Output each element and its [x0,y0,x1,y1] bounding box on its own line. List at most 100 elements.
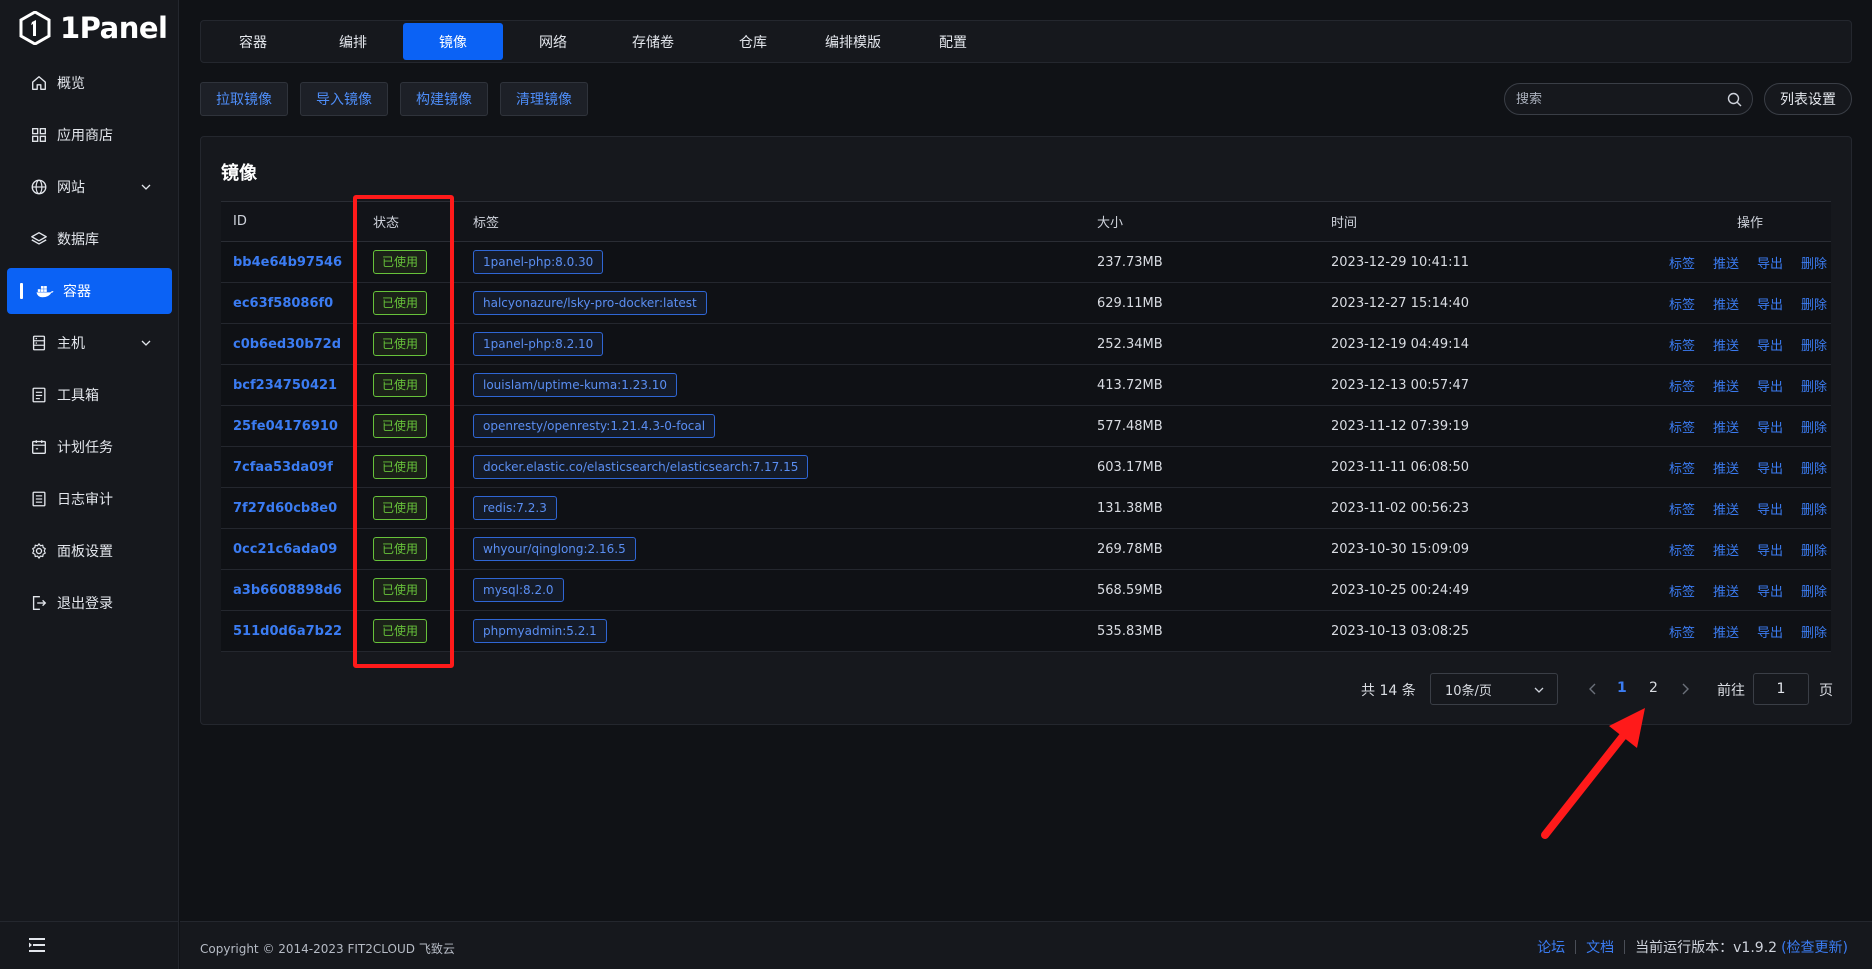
row-op-0[interactable]: 标签 [1669,253,1695,272]
row-op-2[interactable]: 导出 [1757,581,1783,600]
logo[interactable]: 1Panel [18,9,168,47]
row-op-1[interactable]: 推送 [1713,417,1739,436]
sidebar-item-6[interactable]: 工具箱 [7,372,172,418]
active-indicator [20,283,23,299]
row-op-0[interactable]: 标签 [1669,499,1695,518]
tab-4[interactable]: 存储卷 [603,23,703,60]
tab-3[interactable]: 网络 [503,23,603,60]
sidebar-item-9[interactable]: 面板设置 [7,528,172,574]
row-op-3[interactable]: 删除 [1801,581,1827,600]
image-id-link[interactable]: 7f27d60cb8e0 [233,501,337,516]
tab-6[interactable]: 编排模版 [803,23,903,60]
row-op-0[interactable]: 标签 [1669,458,1695,477]
row-op-3[interactable]: 删除 [1801,253,1827,272]
row-op-3[interactable]: 删除 [1801,417,1827,436]
row-op-0[interactable]: 标签 [1669,417,1695,436]
row-op-3[interactable]: 删除 [1801,458,1827,477]
docs-link[interactable]: 文档 [1586,937,1614,957]
goto-page-input[interactable] [1753,673,1809,705]
row-op-2[interactable]: 导出 [1757,294,1783,313]
row-op-2[interactable]: 导出 [1757,540,1783,559]
row-actions: 标签 推送 导出 删除 [1669,499,1831,518]
row-op-3[interactable]: 删除 [1801,540,1827,559]
sidebar-item-10[interactable]: 退出登录 [7,580,172,626]
tab-0[interactable]: 容器 [203,23,303,60]
build-image-button[interactable]: 构建镜像 [400,82,488,116]
row-op-1[interactable]: 推送 [1713,540,1739,559]
page-number-2[interactable]: 2 [1649,680,1658,696]
image-id-link[interactable]: ec63f58086f0 [233,296,333,311]
row-op-0[interactable]: 标签 [1669,540,1695,559]
row-op-1[interactable]: 推送 [1713,294,1739,313]
row-op-3[interactable]: 删除 [1801,294,1827,313]
row-op-1[interactable]: 推送 [1713,458,1739,477]
image-size: 269.78MB [1097,541,1163,557]
next-page-icon[interactable] [1677,681,1693,697]
row-op-3[interactable]: 删除 [1801,499,1827,518]
prev-page-icon[interactable] [1585,681,1601,697]
row-op-1[interactable]: 推送 [1713,253,1739,272]
row-op-3[interactable]: 删除 [1801,335,1827,354]
image-id-link[interactable]: c0b6ed30b72d [233,337,341,352]
image-id-link[interactable]: 7cfaa53da09f [233,460,333,475]
list-settings-button[interactable]: 列表设置 [1764,83,1852,115]
row-op-3[interactable]: 删除 [1801,376,1827,395]
pull-image-button[interactable]: 拉取镜像 [200,82,288,116]
page-number-1[interactable]: 1 [1617,680,1627,696]
sidebar-item-label: 网站 [57,180,85,196]
tab-1[interactable]: 编排 [303,23,403,60]
row-op-2[interactable]: 导出 [1757,499,1783,518]
row-op-0[interactable]: 标签 [1669,622,1695,641]
sidebar-item-5[interactable]: 主机 [7,320,172,366]
search-input[interactable] [1505,91,1715,107]
sidebar-item-7[interactable]: 计划任务 [7,424,172,470]
sidebar-item-0[interactable]: 概览 [7,60,172,106]
sidebar-item-label: 面板设置 [57,544,113,560]
image-id-link[interactable]: bcf234750421 [233,378,337,393]
footer-separator [1575,940,1577,954]
collapse-menu-icon[interactable] [26,934,48,956]
tab-7[interactable]: 配置 [903,23,1003,60]
sidebar-item-8[interactable]: 日志审计 [7,476,172,522]
row-op-2[interactable]: 导出 [1757,376,1783,395]
check-update-link[interactable]: (检查更新) [1781,937,1848,957]
sidebar-item-1[interactable]: 应用商店 [7,112,172,158]
row-op-2[interactable]: 导出 [1757,622,1783,641]
clean-image-button[interactable]: 清理镜像 [500,82,588,116]
row-op-1[interactable]: 推送 [1713,581,1739,600]
sidebar-item-4[interactable]: 容器 [7,268,172,314]
search-icon[interactable] [1727,92,1742,107]
logout-icon [29,593,49,613]
row-op-0[interactable]: 标签 [1669,581,1695,600]
row-op-1[interactable]: 推送 [1713,622,1739,641]
tab-5[interactable]: 仓库 [703,23,803,60]
image-id-link[interactable]: 25fe04176910 [233,419,338,434]
page-size-select[interactable]: 10条/页 [1430,673,1558,705]
row-op-1[interactable]: 推送 [1713,376,1739,395]
row-op-2[interactable]: 导出 [1757,458,1783,477]
row-op-2[interactable]: 导出 [1757,335,1783,354]
row-op-2[interactable]: 导出 [1757,417,1783,436]
footer: Copyright © 2014-2023 FIT2CLOUD 飞致云 论坛 文… [180,921,1872,969]
image-id-link[interactable]: 0cc21c6ada09 [233,542,337,557]
row-op-0[interactable]: 标签 [1669,376,1695,395]
row-op-3[interactable]: 删除 [1801,622,1827,641]
chevron-down-icon [1534,687,1544,693]
image-id-link[interactable]: bb4e64b97546 [233,255,342,270]
image-id-link[interactable]: a3b6608898d6 [233,583,342,598]
status-badge: 已使用 [373,332,428,356]
row-op-1[interactable]: 推送 [1713,499,1739,518]
forum-link[interactable]: 论坛 [1537,937,1565,957]
image-id-link[interactable]: 511d0d6a7b22 [233,624,342,639]
row-op-1[interactable]: 推送 [1713,335,1739,354]
tab-2[interactable]: 镜像 [403,23,503,60]
image-size: 629.11MB [1097,295,1163,311]
row-actions: 标签 推送 导出 删除 [1669,581,1831,600]
sidebar-item-3[interactable]: 数据库 [7,216,172,262]
row-op-2[interactable]: 导出 [1757,253,1783,272]
import-image-button[interactable]: 导入镜像 [300,82,388,116]
sidebar-item-2[interactable]: 网站 [7,164,172,210]
row-op-0[interactable]: 标签 [1669,335,1695,354]
row-op-0[interactable]: 标签 [1669,294,1695,313]
table-body: bb4e64b97546 已使用 1panel-php:8.0.30 237.73MB… [221,242,1831,652]
